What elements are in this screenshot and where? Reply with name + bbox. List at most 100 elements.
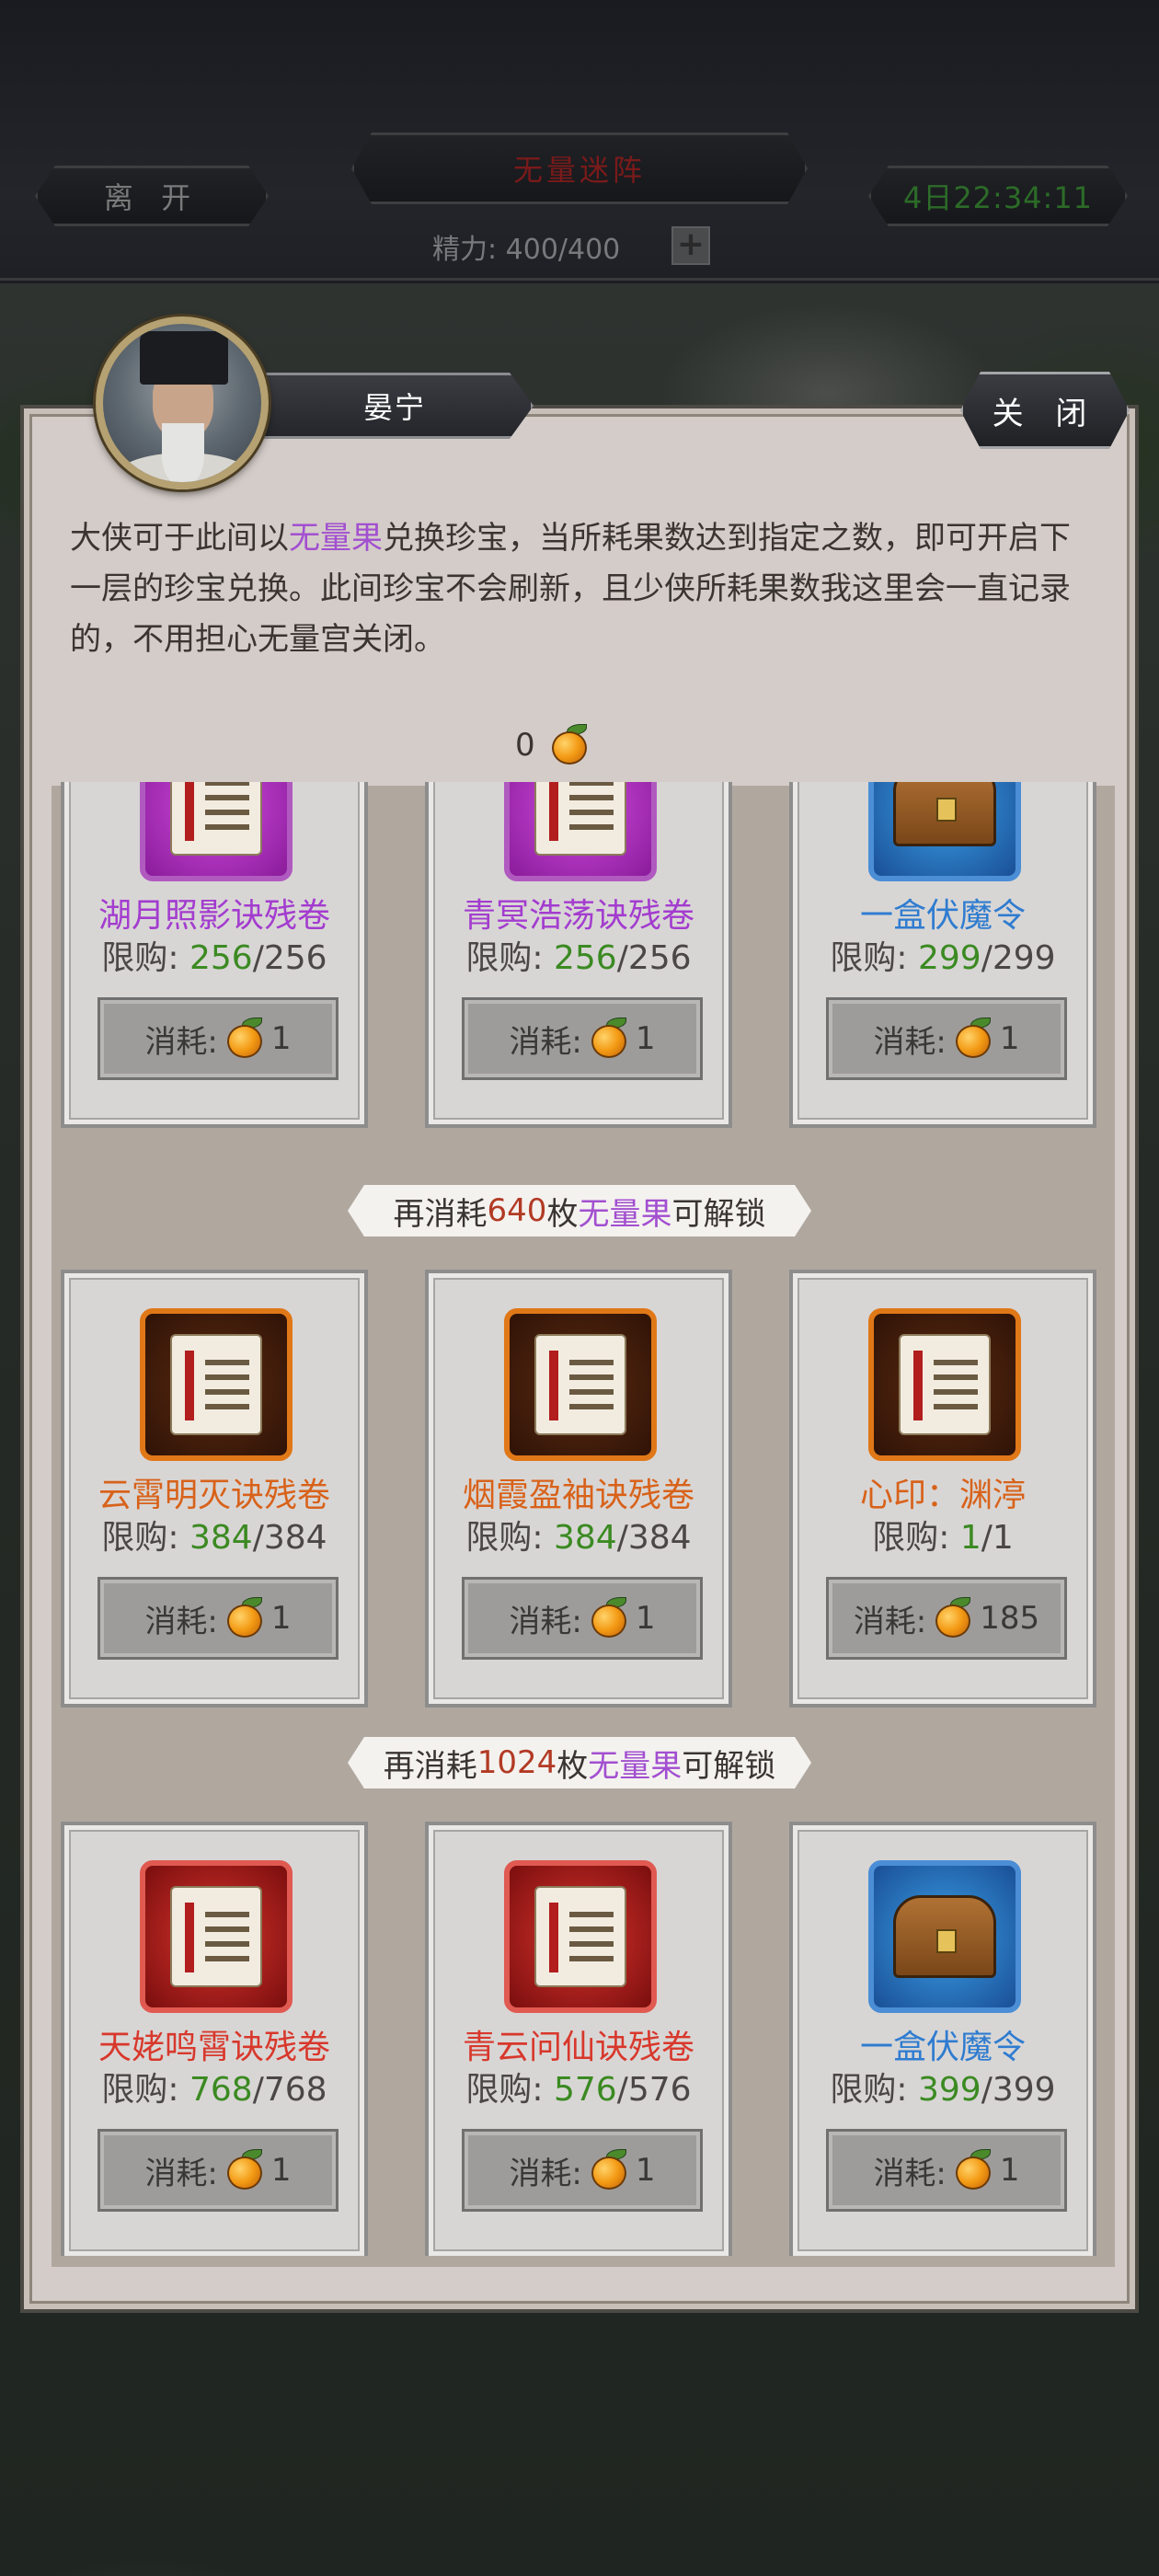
- unlock-banner: 再消耗 640 枚无量果 可解锁: [348, 1185, 811, 1236]
- cost-label: 消耗:: [873, 1023, 947, 1061]
- cost-value: 1: [270, 1600, 292, 1637]
- item-name: 青冥浩荡诀残卷: [462, 897, 694, 935]
- scroll-icon[interactable]: [504, 1860, 657, 2013]
- cost-label: 消耗:: [144, 1603, 218, 1640]
- unlock-suffix: 可解锁: [671, 1195, 766, 1233]
- item-name: 烟霞盈袖诀残卷: [462, 1477, 694, 1514]
- cost-value: 1: [635, 2152, 656, 2189]
- balance-count: 0: [515, 727, 535, 764]
- item-card[interactable]: 青云问仙诀残卷 限购: 576/576 消耗: 1: [425, 1822, 732, 2256]
- energy-display: 精力: 400/400: [432, 234, 621, 266]
- leave-button[interactable]: 离 开: [35, 166, 269, 226]
- limit-label: 限购:: [465, 939, 554, 977]
- limit-max: /768: [252, 2071, 327, 2109]
- exchange-button[interactable]: 消耗: 1: [826, 2129, 1067, 2212]
- limit-max: /256: [252, 939, 327, 977]
- purchase-limit: 限购: 256/256: [429, 931, 729, 979]
- item-card[interactable]: 一盒伏魔令 限购: 399/399 消耗: 1: [789, 1822, 1096, 2256]
- limit-current: 384: [554, 1519, 617, 1557]
- purchase-limit: 限购: 384/384: [64, 1511, 364, 1558]
- limit-current: 1: [959, 1519, 981, 1557]
- cost-value: 1: [270, 2152, 292, 2189]
- npc-name-plate: 晏宁: [256, 373, 534, 439]
- top-bar: 离 开 无量迷阵 4日22:34:11 精力: 400/400 +: [0, 0, 1159, 281]
- fruit-icon: [932, 1597, 974, 1639]
- npc-avatar: [96, 316, 269, 489]
- scroll-icon[interactable]: [140, 1860, 293, 2013]
- exchange-button[interactable]: 消耗: 1: [98, 2129, 339, 2212]
- cost-value: 185: [980, 1600, 1040, 1637]
- limit-current: 399: [918, 2071, 981, 2109]
- item-name: 青云问仙诀残卷: [462, 2029, 694, 2066]
- item-row: 云霄明灭诀残卷 限购: 384/384 消耗: 1 烟霞盈袖诀残卷 限购: 38…: [61, 1270, 1096, 1708]
- limit-current: 576: [554, 2071, 617, 2109]
- exchange-button[interactable]: 消耗: 1: [462, 1577, 703, 1660]
- unlock-banner: 再消耗 1024 枚无量果 可解锁: [348, 1737, 811, 1788]
- close-button[interactable]: 关 闭: [960, 372, 1130, 449]
- purchase-limit: 限购: 256/256: [64, 931, 364, 979]
- limit-label: 限购:: [465, 1519, 554, 1557]
- item-card[interactable]: 湖月照影诀残卷 限购: 256/256 消耗: 1: [61, 782, 368, 1128]
- purchase-limit: 限购: 576/576: [429, 2063, 729, 2110]
- unlock-mid: 枚: [557, 1747, 589, 1785]
- cost-label: 消耗:: [509, 1023, 582, 1061]
- fruit-icon: [588, 1018, 630, 1060]
- fruit-icon: [952, 2149, 994, 2191]
- cost-label: 消耗:: [509, 2155, 582, 2192]
- item-name: 天姥鸣霄诀残卷: [98, 2029, 330, 2066]
- limit-max: /399: [981, 2071, 1056, 2109]
- limit-current: 256: [189, 939, 253, 977]
- item-name: 湖月照影诀残卷: [98, 897, 330, 935]
- exchange-button[interactable]: 消耗: 185: [826, 1577, 1067, 1660]
- limit-max: /576: [616, 2071, 692, 2109]
- limit-current: 299: [918, 939, 981, 977]
- add-energy-button[interactable]: +: [671, 226, 710, 265]
- description-text: 大侠可于此间以无量果兑换珍宝，当所耗果数达到指定之数，即可开启下一层的珍宝兑换。…: [70, 513, 1091, 665]
- limit-label: 限购:: [872, 1519, 960, 1557]
- exchange-button[interactable]: 消耗: 1: [98, 997, 339, 1080]
- limit-current: 384: [189, 1519, 253, 1557]
- cost-value: 1: [635, 1600, 656, 1637]
- purchase-limit: 限购: 1/1: [793, 1511, 1093, 1558]
- limit-max: /256: [616, 939, 692, 977]
- fruit-balance: 0: [515, 718, 591, 773]
- description-part: 大侠可于此间以: [70, 520, 289, 557]
- item-grid: 湖月照影诀残卷 限购: 256/256 消耗: 1 青冥浩荡诀残卷 限购: 25…: [0, 782, 1159, 2256]
- cost-label: 消耗:: [509, 1603, 582, 1640]
- chest-icon[interactable]: [868, 1860, 1021, 2013]
- unlock-fruit: 无量果: [578, 1195, 672, 1233]
- exchange-button[interactable]: 消耗: 1: [826, 997, 1067, 1080]
- item-card[interactable]: 烟霞盈袖诀残卷 限购: 384/384 消耗: 1: [425, 1270, 732, 1708]
- fruit-icon: [224, 2149, 266, 2191]
- scroll-icon[interactable]: [140, 782, 293, 881]
- cost-label: 消耗:: [873, 2155, 947, 2192]
- purchase-limit: 限购: 299/299: [793, 931, 1093, 979]
- fruit-icon: [588, 1597, 630, 1639]
- item-name: 云霄明灭诀残卷: [98, 1477, 330, 1514]
- page-title: 无量迷阵: [351, 132, 808, 204]
- scroll-icon[interactable]: [140, 1308, 293, 1461]
- limit-label: 限购:: [101, 939, 189, 977]
- scroll-icon[interactable]: [868, 1308, 1021, 1461]
- exchange-button[interactable]: 消耗: 1: [462, 997, 703, 1080]
- limit-label: 限购:: [465, 2071, 554, 2109]
- item-card[interactable]: 心印：渊渟 限购: 1/1 消耗: 185: [789, 1270, 1096, 1708]
- description-highlight: 无量果: [289, 520, 383, 557]
- limit-max: /384: [252, 1519, 327, 1557]
- item-card[interactable]: 一盒伏魔令 限购: 299/299 消耗: 1: [789, 782, 1096, 1128]
- exchange-button[interactable]: 消耗: 1: [462, 2129, 703, 2212]
- fruit-icon: [588, 2149, 630, 2191]
- item-row: 湖月照影诀残卷 限购: 256/256 消耗: 1 青冥浩荡诀残卷 限购: 25…: [61, 782, 1096, 1128]
- scroll-icon[interactable]: [504, 782, 657, 881]
- countdown-timer: 4日22:34:11: [868, 166, 1128, 226]
- item-name: 一盒伏魔令: [859, 897, 1026, 935]
- scroll-icon[interactable]: [504, 1308, 657, 1461]
- purchase-limit: 限购: 768/768: [64, 2063, 364, 2110]
- limit-label: 限购:: [101, 1519, 189, 1557]
- item-card[interactable]: 云霄明灭诀残卷 限购: 384/384 消耗: 1: [61, 1270, 368, 1708]
- chest-icon[interactable]: [868, 782, 1021, 881]
- exchange-button[interactable]: 消耗: 1: [98, 1577, 339, 1660]
- item-card[interactable]: 天姥鸣霄诀残卷 限购: 768/768 消耗: 1: [61, 1822, 368, 2256]
- item-card[interactable]: 青冥浩荡诀残卷 限购: 256/256 消耗: 1: [425, 782, 732, 1128]
- unlock-suffix: 可解锁: [682, 1747, 776, 1785]
